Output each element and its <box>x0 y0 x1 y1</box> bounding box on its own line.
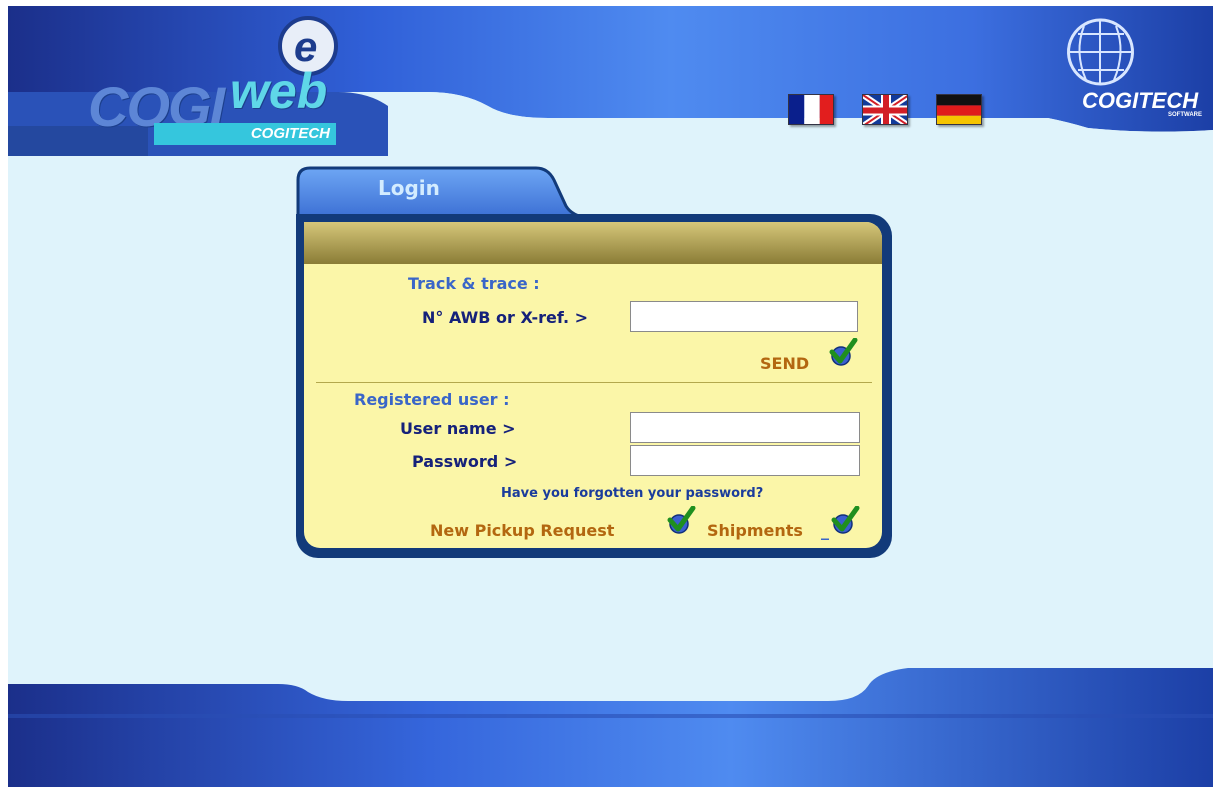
login-tab-label: Login <box>378 176 440 200</box>
login-tab <box>296 166 589 218</box>
forgot-password-link[interactable]: Have you forgotten your password? <box>501 486 763 501</box>
send-check-icon[interactable] <box>828 338 858 366</box>
registered-user-heading: Registered user : <box>354 390 510 409</box>
new-pickup-request-link[interactable]: New Pickup Request <box>430 521 614 540</box>
logo-sub-text: COGITECH <box>250 125 330 142</box>
pickup-check-icon[interactable] <box>666 506 696 534</box>
send-label[interactable]: SEND <box>760 354 809 373</box>
awb-input[interactable] <box>630 301 858 332</box>
panel-header-bar <box>304 222 882 264</box>
shipments-check-icon[interactable] <box>830 506 860 534</box>
german-flag-icon[interactable] <box>936 94 982 125</box>
password-label: Password > <box>412 452 518 471</box>
shipments-link[interactable]: Shipments <box>707 521 803 540</box>
login-panel-body: Track & trace : N° AWB or X-ref. > SEND … <box>304 222 882 548</box>
track-trace-heading: Track & trace : <box>408 274 540 293</box>
login-page: e COGI web COGITECH COGITECH SOFTWARE Lo… <box>8 6 1213 787</box>
brand-subtitle: SOFTWARE <box>1168 112 1202 118</box>
section-divider <box>316 382 872 383</box>
logo-web-text: web <box>230 63 328 119</box>
brand-name: COGITECH <box>1082 88 1199 113</box>
footer-banner <box>8 656 1213 787</box>
english-flag-icon[interactable] <box>862 94 908 125</box>
password-input[interactable] <box>630 445 860 476</box>
username-label: User name > <box>400 419 516 438</box>
german-flag-graphic <box>937 95 981 124</box>
logo-sub-bar: COGITECH <box>154 123 336 145</box>
french-flag-graphic <box>789 95 833 124</box>
awb-label: N° AWB or X-ref. > <box>422 308 589 327</box>
username-input[interactable] <box>630 412 860 443</box>
login-panel: Track & trace : N° AWB or X-ref. > SEND … <box>296 214 892 558</box>
shipments-underscore: _ <box>821 521 829 540</box>
footer-background <box>8 668 1213 787</box>
english-flag-graphic <box>863 95 907 124</box>
french-flag-icon[interactable] <box>788 94 834 125</box>
header-banner: e COGI web COGITECH COGITECH SOFTWARE <box>8 6 1213 156</box>
